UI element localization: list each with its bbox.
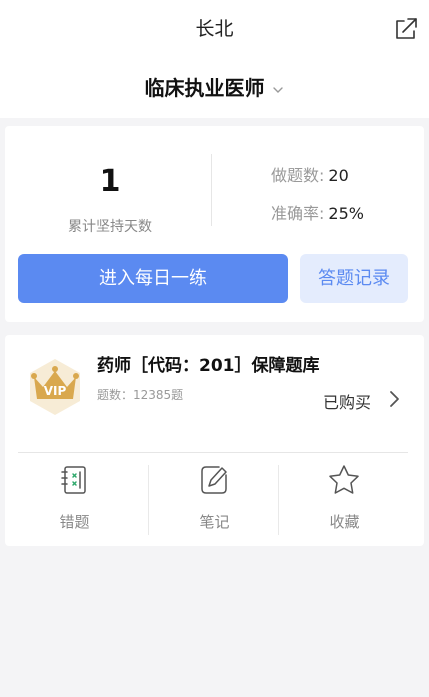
share-icon[interactable] xyxy=(393,16,419,42)
question-bank-title[interactable]: 药师［代码：201］保障题库 xyxy=(97,351,320,376)
questions-done-label: 做题数: xyxy=(271,166,325,185)
notes-icon xyxy=(201,466,227,494)
chevron-down-icon xyxy=(272,86,283,93)
vip-badge-text: VIP xyxy=(44,384,67,398)
accuracy-stat: 准确率: 25% xyxy=(271,200,364,224)
streak-days-label: 累计坚持天数 xyxy=(68,219,152,235)
streak-days-value: 1 xyxy=(99,164,121,199)
daily-practice-button[interactable]: 进入每日一练 xyxy=(18,254,288,303)
tool-wrong-questions[interactable]: 错题 xyxy=(5,453,144,546)
tool-label: 笔记 xyxy=(199,513,230,531)
question-bank-card: VIP 药师［代码：201］保障题库 题数：12385题 已购买 错题 笔记 收… xyxy=(5,335,424,546)
tool-label: 错题 xyxy=(59,513,90,531)
questions-done-stat: 做题数: 20 xyxy=(271,162,349,186)
wrong-questions-icon xyxy=(61,466,86,494)
exam-selector[interactable]: 临床执业医师 xyxy=(0,72,429,101)
answer-record-button[interactable]: 答题记录 xyxy=(300,254,408,303)
purchased-status[interactable]: 已购买 xyxy=(323,389,371,413)
questions-done-value: 20 xyxy=(328,166,349,185)
vip-crown-icon: VIP xyxy=(30,359,80,415)
exam-name: 临床执业医师 xyxy=(144,76,265,100)
tool-favorites[interactable]: 收藏 xyxy=(275,453,414,546)
question-bank-count: 题数：12385题 xyxy=(97,388,184,402)
accuracy-value: 25% xyxy=(328,204,364,223)
top-header: 长北 临床执业医师 xyxy=(0,0,429,118)
page-title: 长北 xyxy=(195,18,234,40)
tool-notes[interactable]: 笔记 xyxy=(145,453,284,546)
stats-divider xyxy=(211,154,212,226)
stats-card: 1 累计坚持天数 做题数: 20 准确率: 25% 进入每日一练 答题记录 xyxy=(5,126,424,322)
tool-label: 收藏 xyxy=(329,513,360,531)
chevron-right-icon[interactable] xyxy=(387,389,401,409)
tools-row: 错题 笔记 收藏 xyxy=(5,453,424,546)
favorites-icon xyxy=(329,465,359,494)
accuracy-label: 准确率: xyxy=(271,204,325,223)
